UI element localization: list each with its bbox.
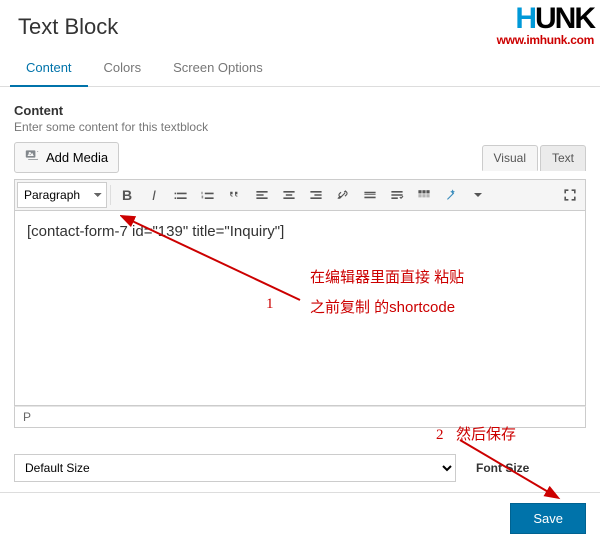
add-media-label: Add Media	[46, 150, 108, 165]
editor-tab-text[interactable]: Text	[540, 145, 586, 171]
tab-screen-options[interactable]: Screen Options	[157, 50, 279, 86]
section-hint: Enter some content for this textblock	[14, 120, 586, 134]
media-icon	[25, 148, 41, 167]
wand-button[interactable]	[438, 182, 464, 208]
bullet-list-button[interactable]	[168, 182, 194, 208]
toggle-button[interactable]	[411, 182, 437, 208]
paragraph-select[interactable]: Paragraph	[17, 182, 107, 208]
chevron-down-icon[interactable]	[465, 182, 491, 208]
link-button[interactable]	[330, 182, 356, 208]
default-size-select[interactable]: Default Size	[14, 454, 456, 482]
tab-content[interactable]: Content	[10, 50, 88, 87]
align-left-button[interactable]	[249, 182, 275, 208]
italic-button[interactable]: I	[141, 182, 167, 208]
editor-status-path: P	[14, 406, 586, 428]
align-right-button[interactable]	[303, 182, 329, 208]
editor-tab-visual[interactable]: Visual	[482, 145, 538, 171]
blockquote-button[interactable]	[222, 182, 248, 208]
editor-toolbar: Paragraph B I	[14, 179, 586, 211]
bold-button[interactable]: B	[114, 182, 140, 208]
more-button[interactable]	[357, 182, 383, 208]
fullscreen-button[interactable]	[557, 182, 583, 208]
align-center-button[interactable]	[276, 182, 302, 208]
tab-colors[interactable]: Colors	[88, 50, 158, 86]
tab-bar: Content Colors Screen Options	[0, 50, 600, 87]
watermark-logo: HUNK www.imhunk.com	[497, 4, 594, 46]
add-media-button[interactable]: Add Media	[14, 142, 119, 173]
section-label: Content	[14, 103, 586, 118]
number-list-button[interactable]	[195, 182, 221, 208]
font-size-label: Font Size	[476, 461, 586, 475]
save-button[interactable]: Save	[510, 503, 586, 534]
editor-content: [contact-form-7 id="139" title="Inquiry"…	[27, 223, 284, 240]
spellcheck-button[interactable]	[384, 182, 410, 208]
content-editor[interactable]: [contact-form-7 id="139" title="Inquiry"…	[14, 211, 586, 406]
